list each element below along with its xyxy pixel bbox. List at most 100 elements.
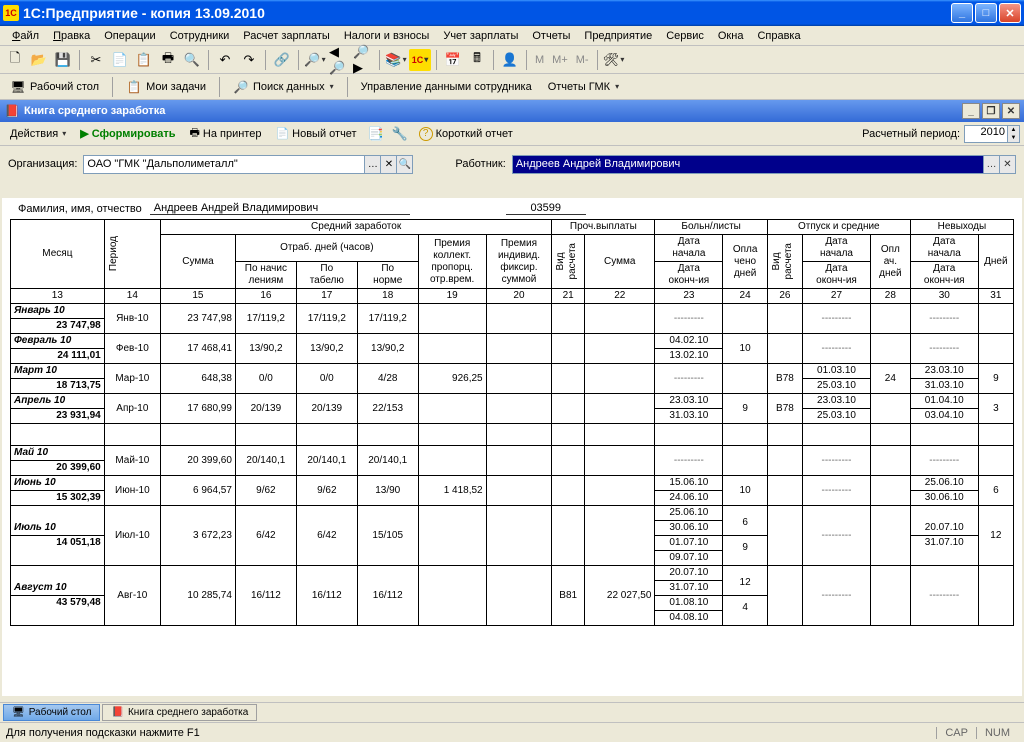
sub-restore-button[interactable]: ❐ <box>982 103 1000 119</box>
search-icon: 🔎 <box>233 79 249 95</box>
grp-vacation: Отпуск и средние <box>767 220 910 235</box>
col-abs-start: Дата начала <box>910 235 978 262</box>
menu-operations[interactable]: Операции <box>98 28 161 44</box>
cut-icon[interactable]: ✂ <box>85 49 107 71</box>
grp-sick: Больн/листы <box>655 220 767 235</box>
report-table: Месяц Период Средний заработок Проч.выпл… <box>10 219 1014 626</box>
report-area[interactable]: Фамилия, имя, отчество Андреев Андрей Вл… <box>2 198 1022 696</box>
emp-data-tab[interactable]: Управление данными сотрудника <box>355 79 538 95</box>
menu-reports[interactable]: Отчеты <box>526 28 576 44</box>
fio-value: Андреев Андрей Владимирович <box>150 202 410 215</box>
status-cap: CAP <box>936 727 976 739</box>
period-label: Расчетный период: <box>862 128 960 140</box>
period-input[interactable]: 2010 ▲▼ <box>964 125 1020 143</box>
undo-icon[interactable]: ↶ <box>214 49 236 71</box>
my-tasks-tab[interactable]: 📋Мои задачи <box>120 77 212 97</box>
1c-icon[interactable]: 1C▾ <box>409 49 431 71</box>
menu-file[interactable]: Файл <box>6 28 45 44</box>
emp-data-label: Управление данными сотрудника <box>361 81 532 93</box>
calc-icon[interactable]: 🖩 <box>466 49 488 71</box>
worker-ellipsis-icon[interactable]: … <box>983 156 999 173</box>
redo-icon[interactable]: ↷ <box>238 49 260 71</box>
search-label: Поиск данных <box>253 81 325 93</box>
find-next-icon[interactable]: 🔎▶ <box>352 49 374 71</box>
new-report-button[interactable]: 📄Новый отчет <box>269 124 362 143</box>
lookup-icon[interactable]: 🔍 <box>396 156 412 173</box>
ellipsis-icon[interactable]: … <box>364 156 380 173</box>
catalog-icon[interactable]: 📚▾ <box>385 49 407 71</box>
desktop-label: Рабочий стол <box>30 81 99 93</box>
app-icon: 1C <box>3 5 19 21</box>
main-toolbar: 🗋 📂 💾 ✂ 📄 📋 🖶 🔍 ↶ ↷ 🔗 🔎▾ ◀🔎 🔎▶ 📚▾ 1C▾ 📅 … <box>0 46 1024 74</box>
calendar-icon[interactable]: 📅 <box>442 49 464 71</box>
task-book[interactable]: 📕Книга среднего заработка <box>102 704 257 721</box>
short-report-button[interactable]: ?Короткий отчет <box>413 124 519 144</box>
close-button[interactable]: ✕ <box>999 3 1021 23</box>
book-icon: 📕 <box>4 103 20 119</box>
link-icon[interactable]: 🔗 <box>271 49 293 71</box>
menu-salary[interactable]: Расчет зарплаты <box>237 28 336 44</box>
grp-other: Проч.выплаты <box>552 220 655 235</box>
tools-icon[interactable]: 🛠▾ <box>603 49 625 71</box>
col-sick-paid: Опла чено дней <box>723 235 768 289</box>
tool2-icon[interactable]: 🔧 <box>389 123 411 145</box>
grp-avg: Средний заработок <box>160 220 551 235</box>
table-row <box>11 424 1014 446</box>
menubar: Файл Правка Операции Сотрудники Расчет з… <box>0 26 1024 46</box>
open-icon[interactable]: 📂 <box>28 49 50 71</box>
new-doc-icon[interactable]: 🗋 <box>4 49 26 71</box>
task-desktop[interactable]: 🖥Рабочий стол <box>3 704 100 721</box>
statusbar: Для получения подсказки нажмите F1 CAP N… <box>0 722 1024 742</box>
sub-minimize-button[interactable]: _ <box>962 103 980 119</box>
menu-help[interactable]: Справка <box>751 28 806 44</box>
user-icon[interactable]: 👤 <box>499 49 521 71</box>
col-month: Месяц <box>11 220 105 289</box>
printer-icon: 🖶 <box>189 124 199 143</box>
print-button[interactable]: 🖶На принтер <box>183 121 267 146</box>
preview-icon[interactable]: 🔍 <box>181 49 203 71</box>
sub-close-button[interactable]: ✕ <box>1002 103 1020 119</box>
generate-button[interactable]: ▶Сформировать <box>74 124 181 143</box>
worker-clear-icon[interactable]: ✕ <box>999 156 1015 173</box>
menu-windows[interactable]: Окна <box>712 28 750 44</box>
org-input[interactable]: ОАО "ГМК "Дальполиметалл" …✕🔍 <box>83 155 413 174</box>
m-plus-button[interactable]: M+ <box>549 54 571 66</box>
paste-icon[interactable]: 📋 <box>133 49 155 71</box>
report-body: Январь 1023 747,98Янв-1023 747,9817/119,… <box>11 304 1014 626</box>
m-button[interactable]: M <box>532 54 547 66</box>
table-row: Апрель 1023 931,94Апр-1017 680,9920/1392… <box>11 394 1014 424</box>
gmk-reports-tab[interactable]: Отчеты ГМК▾ <box>542 79 625 95</box>
clear-icon[interactable]: ✕ <box>380 156 396 173</box>
actions-button[interactable]: Действия▾ <box>4 125 72 143</box>
find-icon[interactable]: 🔎▾ <box>304 49 326 71</box>
col-calctype2: Вид расчета <box>771 243 795 279</box>
search-data-tab[interactable]: 🔎Поиск данных▾ <box>227 77 340 97</box>
menu-employees[interactable]: Сотрудники <box>164 28 236 44</box>
menu-enterprise[interactable]: Предприятие <box>578 28 658 44</box>
menu-service[interactable]: Сервис <box>660 28 710 44</box>
col-sum2: Сумма <box>585 235 655 289</box>
find-prev-icon[interactable]: ◀🔎 <box>328 49 350 71</box>
col-by-tab: По табелю <box>296 262 357 289</box>
m-minus-button[interactable]: M- <box>573 54 592 66</box>
menu-salary-acct[interactable]: Учет зарплаты <box>437 28 524 44</box>
help-icon: ? <box>419 127 433 141</box>
save-icon[interactable]: 💾 <box>52 49 74 71</box>
desktop-tab[interactable]: 🖥Рабочий стол <box>4 77 105 97</box>
desktop-task-icon: 🖥 <box>12 707 25 718</box>
copy-icon[interactable]: 📄 <box>109 49 131 71</box>
period-spinner[interactable]: ▲▼ <box>1007 126 1019 142</box>
table-row: Май 1020 399,60Май-1020 399,6020/140,120… <box>11 446 1014 476</box>
grp-absence: Невыходы <box>910 220 1013 235</box>
tool1-icon[interactable]: 📑 <box>365 123 387 145</box>
print-icon[interactable]: 🖶 <box>157 49 179 71</box>
table-row: Март 1018 713,75Мар-10648,380/00/04/2892… <box>11 364 1014 394</box>
menu-taxes[interactable]: Налоги и взносы <box>338 28 436 44</box>
menu-edit[interactable]: Правка <box>47 28 96 44</box>
minimize-button[interactable]: _ <box>951 3 973 23</box>
window-title: 1С:Предприятие - копия 13.09.2010 <box>23 5 951 21</box>
worker-input[interactable]: Андреев Андрей Владимирович …✕ <box>512 155 1016 174</box>
maximize-button[interactable]: □ <box>975 3 997 23</box>
tab-number: 03599 <box>506 202 586 215</box>
status-hint: Для получения подсказки нажмите F1 <box>6 727 200 739</box>
